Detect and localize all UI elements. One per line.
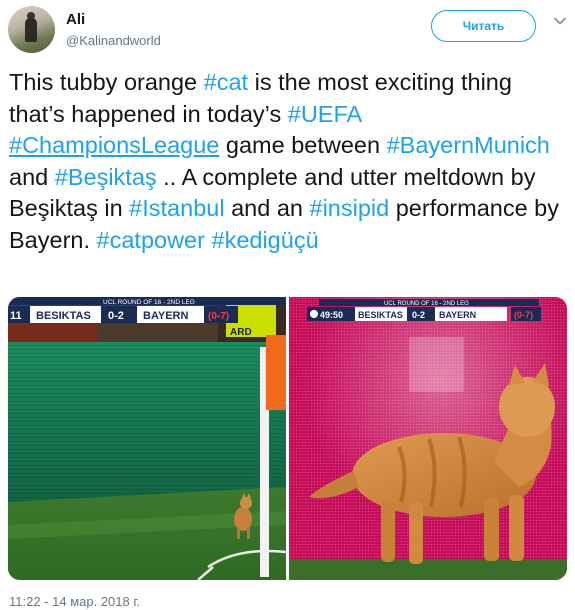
- tweet-text-segment: game between: [219, 132, 387, 158]
- tweet-media: UCL ROUND OF 16 - 2ND LEG 11 BESIKTAS 0-…: [8, 297, 567, 580]
- vest-partial-text: ARD: [230, 327, 252, 338]
- tweet-text-segment: and an: [224, 195, 310, 221]
- hashtag-istanbul[interactable]: #Istanbul: [129, 195, 224, 221]
- scoreboard-subtitle: UCL ROUND OF 16 - 2ND LEG: [384, 301, 469, 307]
- hashtag-bayernmunich[interactable]: #BayernMunich: [387, 132, 550, 158]
- hashtag-kedigucu[interactable]: #kedigüçü: [212, 227, 319, 253]
- avatar[interactable]: [8, 6, 55, 53]
- hashtag-uefa[interactable]: #UEFA: [288, 101, 361, 127]
- hashtag-cat[interactable]: #cat: [204, 69, 248, 95]
- photo-cat-closeup[interactable]: UCL ROUND OF 16 - 2ND LEG 49:50 BESIKTAS…: [289, 297, 567, 580]
- tweet-text-segment: This tubby orange: [9, 69, 204, 95]
- scoreboard-team1: BESIKTAS: [36, 310, 91, 322]
- hashtag-besiktas[interactable]: #Beşiktaş: [55, 164, 157, 190]
- tweet-timestamp[interactable]: 11:22 - 14 мар. 2018 г.: [9, 594, 140, 609]
- scoreboard-clock: 11: [10, 310, 22, 322]
- tweet-header: Ali @Kalinandworld Читать: [8, 6, 567, 56]
- photo-corner-flag-scene: UCL ROUND OF 16 - 2ND LEG 11 BESIKTAS 0-…: [8, 297, 286, 580]
- scoreboard-aggregate: (0-7): [208, 311, 229, 322]
- chevron-down-icon[interactable]: [553, 14, 567, 28]
- scoreboard-subtitle: UCL ROUND OF 16 - 2ND LEG: [103, 299, 195, 306]
- user-name[interactable]: Ali: [66, 11, 85, 28]
- tweet-text: This tubby orange #cat is the most excit…: [9, 67, 565, 256]
- scoreboard-score: 0-2: [108, 310, 124, 322]
- scoreboard-aggregate: (0-7): [514, 310, 533, 320]
- scoreboard-clock: 49:50: [320, 310, 343, 320]
- hashtag-championsleague[interactable]: #ChampionsLeague: [9, 132, 219, 158]
- photo-cat-closeup-scene: UCL ROUND OF 16 - 2ND LEG 49:50 BESIKTAS…: [289, 297, 567, 580]
- scoreboard-team1: BESIKTAS: [358, 310, 403, 320]
- photo-corner-flag[interactable]: UCL ROUND OF 16 - 2ND LEG 11 BESIKTAS 0-…: [8, 297, 286, 580]
- user-handle[interactable]: @Kalinandworld: [66, 33, 161, 48]
- tweet-text-segment: and: [9, 163, 55, 190]
- scoreboard-team2: BAYERN: [439, 310, 476, 320]
- hashtag-catpower[interactable]: #catpower: [97, 227, 205, 253]
- hashtag-insipid[interactable]: #insipid: [310, 195, 390, 221]
- scoreboard-score: 0-2: [412, 310, 425, 320]
- follow-button[interactable]: Читать: [431, 10, 536, 42]
- scoreboard-team2: BAYERN: [143, 310, 188, 322]
- avatar-figure: [25, 18, 37, 42]
